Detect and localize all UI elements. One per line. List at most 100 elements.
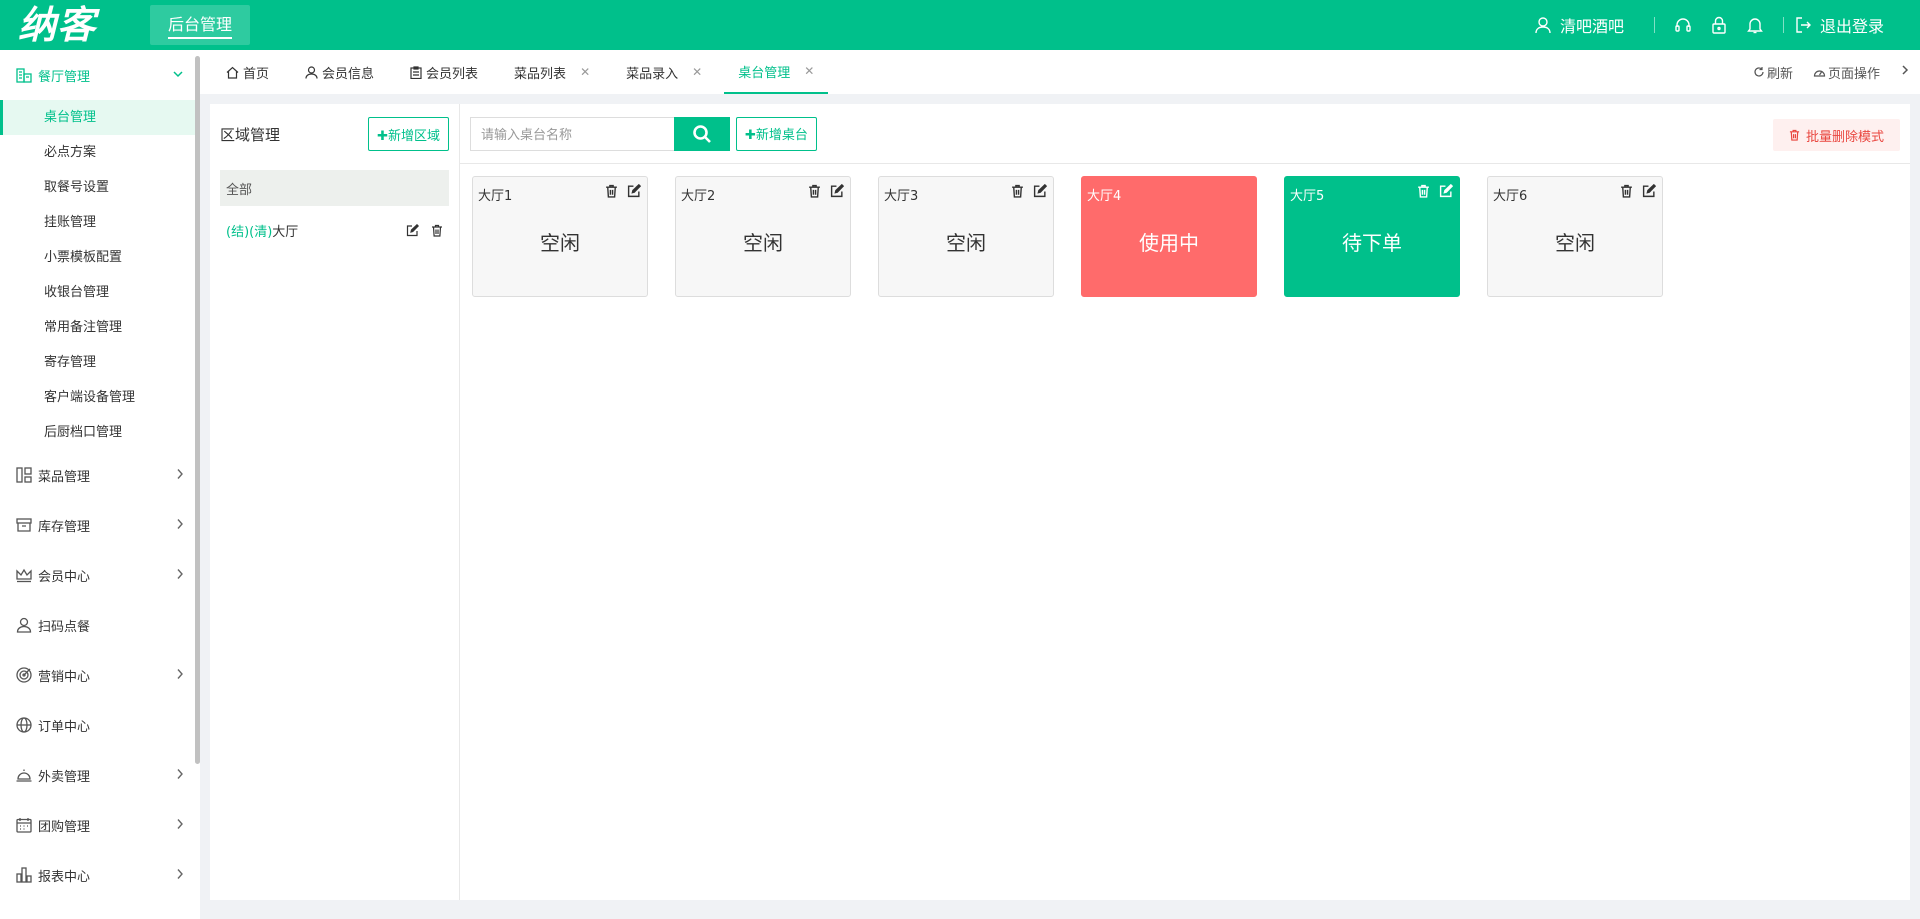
sidebar-group-restaurant[interactable]: 餐厅管理	[0, 50, 200, 100]
edit-icon[interactable]	[627, 184, 641, 198]
sidebar-group-label: 团购管理	[38, 819, 91, 835]
sidebar-group[interactable]: 库存管理	[0, 500, 200, 550]
headset-icon[interactable]	[1665, 16, 1701, 34]
sidebar-subitem[interactable]: 挂账管理	[0, 205, 200, 240]
sidebar-group[interactable]: 订单中心	[0, 700, 200, 750]
trash-icon[interactable]	[431, 224, 443, 237]
sidebar-subitem[interactable]: 常用备注管理	[0, 310, 200, 345]
search-input[interactable]: 请输入桌台名称	[470, 116, 674, 151]
add-table-button[interactable]: ✚新增桌台	[736, 116, 817, 151]
page-ops-button[interactable]: 页面操作	[1813, 63, 1880, 82]
trash-icon[interactable]	[605, 184, 618, 198]
tab[interactable]: 首页	[212, 50, 283, 94]
trash-icon[interactable]	[808, 184, 821, 198]
chevron-right-icon[interactable]	[1900, 64, 1910, 80]
sidebar-group[interactable]: 菜品管理	[0, 450, 200, 500]
sidebar-group-label: 餐厅管理	[38, 69, 91, 85]
sidebar-group[interactable]: 外卖管理	[0, 750, 200, 800]
sidebar-subitem[interactable]: 收银台管理	[0, 275, 200, 310]
sidebar-subitem[interactable]: 寄存管理	[0, 345, 200, 380]
clipboard-icon	[410, 65, 422, 79]
lock-icon[interactable]	[1701, 16, 1737, 34]
user-name: 清吧酒吧	[1559, 17, 1624, 36]
sidebar-subitem[interactable]: 客户端设备管理	[0, 380, 200, 415]
edit-icon[interactable]	[830, 184, 844, 198]
sidebar-group-label: 菜品管理	[38, 469, 91, 485]
sidebar-subitem[interactable]: 后厨档口管理	[0, 415, 200, 450]
sidebar-group[interactable]: 扫码点餐	[0, 600, 200, 650]
refresh-label: 刷新	[1766, 66, 1793, 82]
trash-icon[interactable]	[1620, 184, 1633, 198]
batch-delete-button[interactable]: 批量删除模式	[1772, 119, 1900, 151]
logo: 纳客	[18, 2, 97, 47]
batch-delete-label: 批量删除模式	[1805, 129, 1884, 145]
gauge-icon	[1813, 70, 1826, 77]
table-card[interactable]: 大厅3 空闲	[878, 176, 1054, 297]
user-menu[interactable]: 清吧酒吧	[1534, 13, 1624, 37]
bell-icon[interactable]	[1737, 16, 1773, 34]
add-area-button[interactable]: ✚新增区域	[368, 117, 449, 151]
tab[interactable]: 桌台管理 ✕	[724, 50, 829, 94]
tab[interactable]: 会员列表	[396, 50, 492, 94]
trash-icon[interactable]	[1011, 184, 1024, 198]
tab-label: 菜品列表	[514, 66, 567, 82]
table-status: 待下单	[1342, 231, 1402, 255]
tab[interactable]: 菜品录入 ✕	[612, 50, 716, 94]
content-area: 区域管理 ✚新增区域 全部 (结)(清) 大厅 请输入桌台名称 ✚新增桌台 批量…	[210, 104, 1910, 900]
table-card[interactable]: 大厅4 使用中	[1081, 176, 1257, 297]
table-card[interactable]: 大厅6 空闲	[1487, 176, 1663, 297]
sidebar-group-label: 订单中心	[38, 719, 91, 735]
area-panel: 区域管理 ✚新增区域 全部 (结)(清) 大厅	[210, 104, 460, 900]
sidebar-group[interactable]: 报表中心	[0, 850, 200, 900]
area-item-label: 全部	[226, 182, 253, 198]
chevron-right-icon	[176, 768, 184, 784]
area-item-name: 大厅	[272, 224, 299, 240]
search-button[interactable]	[674, 116, 730, 151]
edit-icon[interactable]	[1642, 184, 1656, 198]
sidebar-group[interactable]: 团购管理	[0, 800, 200, 850]
refresh-button[interactable]: 刷新	[1753, 63, 1793, 82]
table-status: 空闲	[1555, 231, 1595, 255]
edit-icon[interactable]	[406, 223, 419, 237]
table-panel: 请输入桌台名称 ✚新增桌台 批量删除模式 大厅1 空闲 大厅2 空闲 大厅3 空闲 大厅4 使…	[460, 104, 1910, 900]
chevron-right-icon	[176, 568, 184, 584]
table-card[interactable]: 大厅2 空闲	[675, 176, 851, 297]
logout-button[interactable]: 退出登录	[1794, 13, 1884, 37]
sidebar-scrollbar[interactable]	[195, 56, 200, 764]
sidebar-group[interactable]: 会员中心	[0, 550, 200, 600]
sidebar-group-label: 营销中心	[38, 669, 91, 685]
table-status: 使用中	[1139, 231, 1199, 255]
edit-icon[interactable]	[1033, 184, 1047, 198]
table-grid: 大厅1 空闲 大厅2 空闲 大厅3 空闲 大厅4 使用中 大厅5 待下单 大厅6 空闲	[472, 176, 1663, 297]
logout-label: 退出登录	[1819, 17, 1884, 36]
tab-label: 首页	[243, 66, 270, 82]
close-icon[interactable]: ✕	[692, 65, 702, 79]
edit-icon[interactable]	[1439, 184, 1453, 198]
table-name: 大厅1	[478, 189, 513, 204]
area-item-all[interactable]: 全部	[220, 170, 449, 206]
tab-label: 会员信息	[322, 66, 375, 82]
close-icon[interactable]: ✕	[580, 65, 590, 79]
tab-backend-admin[interactable]: 后台管理	[150, 5, 251, 45]
sidebar-subitem[interactable]: 取餐号设置	[0, 170, 200, 205]
tab[interactable]: 菜品列表 ✕	[500, 50, 604, 94]
close-icon[interactable]: ✕	[804, 64, 814, 78]
trash-icon[interactable]	[1417, 184, 1430, 198]
system-tab-label: 后台管理	[168, 11, 233, 39]
sidebar-subitem[interactable]: 桌台管理	[0, 100, 200, 135]
sidebar-subitem[interactable]: 小票模板配置	[0, 240, 200, 275]
sidebar-group[interactable]: 营销中心	[0, 650, 200, 700]
sidebar-subitem[interactable]: 必点方案	[0, 135, 200, 170]
tab-bar: 首页 会员信息 会员列表 菜品列表 ✕ 菜品录入 ✕ 桌台管理 ✕ 刷新 页面操作	[200, 50, 1920, 94]
table-status: 空闲	[946, 231, 986, 255]
inventory-icon	[14, 515, 34, 535]
table-card[interactable]: 大厅5 待下单	[1284, 176, 1460, 297]
area-item[interactable]: (结)(清) 大厅	[220, 212, 449, 248]
table-name: 大厅6	[1493, 189, 1528, 204]
page-ops-label: 页面操作	[1827, 66, 1880, 82]
table-name: 大厅2	[681, 189, 716, 204]
sidebar-group-label: 会员中心	[38, 569, 91, 585]
logout-icon	[1796, 17, 1811, 33]
tab[interactable]: 会员信息	[291, 50, 388, 94]
table-card[interactable]: 大厅1 空闲	[472, 176, 648, 297]
